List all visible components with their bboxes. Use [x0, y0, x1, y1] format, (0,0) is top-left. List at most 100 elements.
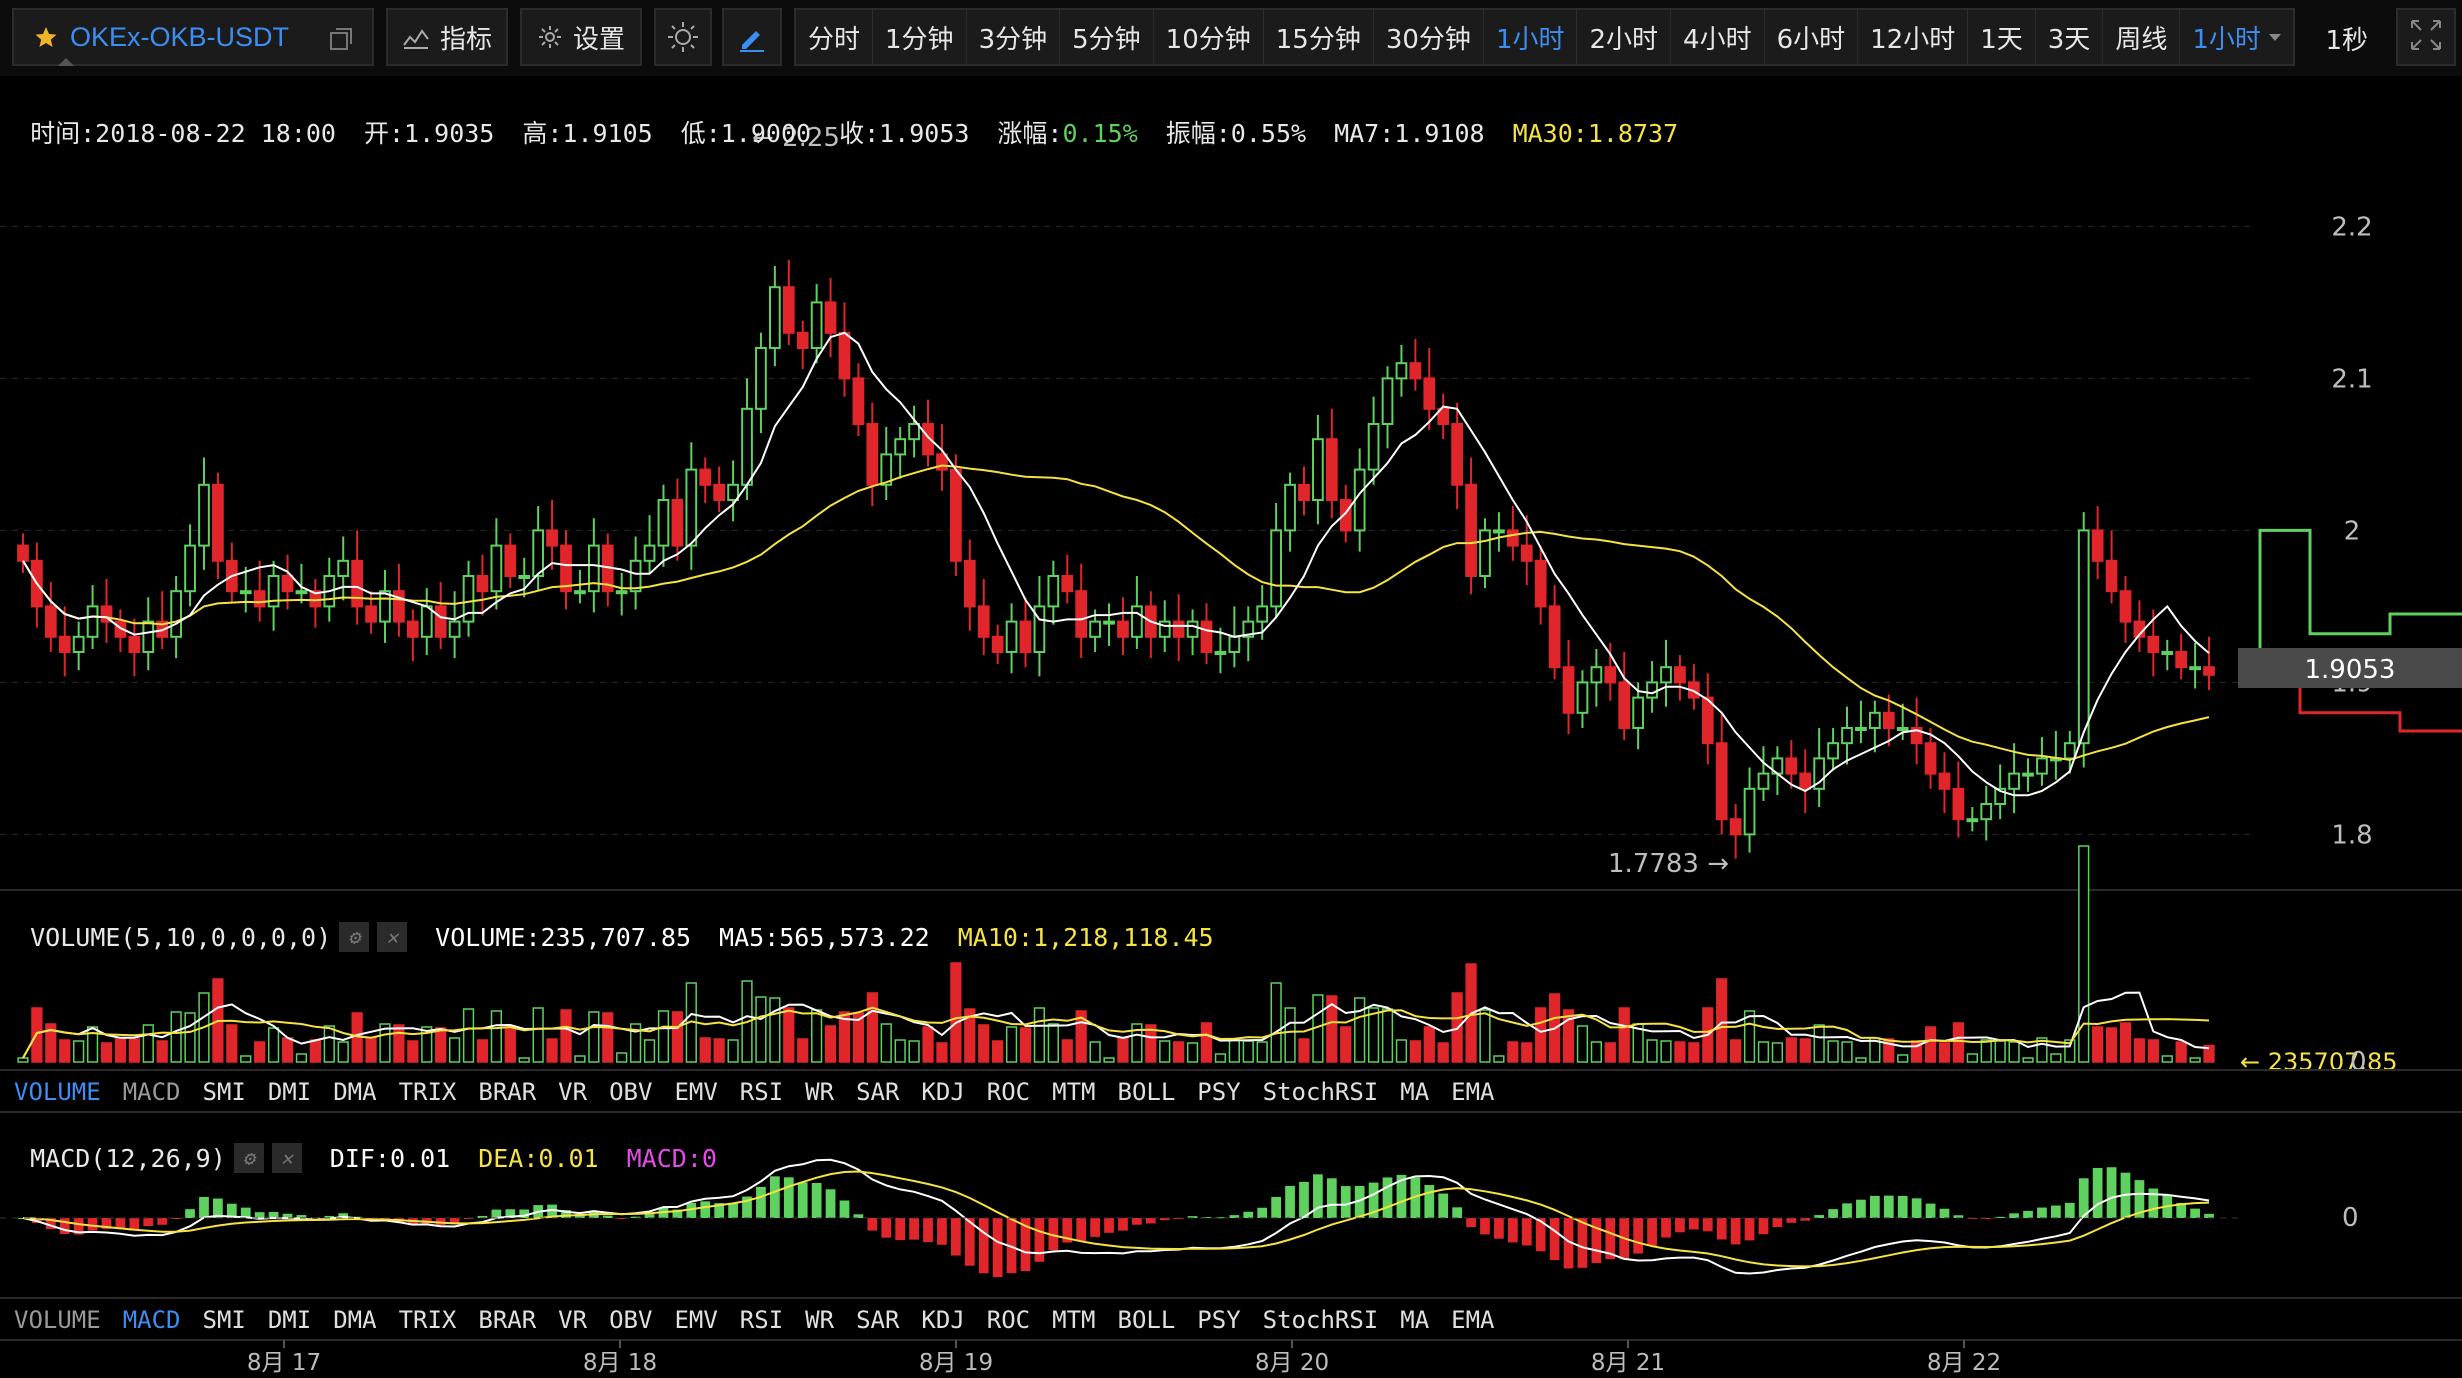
candle-body	[1952, 787, 1965, 821]
indicator-tab[interactable]: EMA	[1451, 1306, 1494, 1334]
candle-body	[1785, 757, 1798, 775]
volume-bar	[73, 1040, 85, 1063]
indicator-tab[interactable]: RSI	[740, 1078, 783, 1106]
volume-settings-gear-icon[interactable]: ⚙	[339, 922, 370, 952]
indicator-tab[interactable]: BRAR	[478, 1306, 536, 1334]
indicator-tab[interactable]: PSY	[1197, 1306, 1240, 1334]
macd-histogram-bar	[1675, 1218, 1685, 1233]
macd-histogram-bar	[1869, 1195, 1880, 1218]
volume-bar	[156, 1040, 168, 1063]
indicator-tab[interactable]: StochRSI	[1263, 1078, 1379, 1106]
macd-histogram-bar	[2148, 1188, 2159, 1218]
macd-histogram-bar	[1257, 1207, 1268, 1218]
indicator-tab[interactable]: DMI	[268, 1306, 311, 1334]
indicator-tab[interactable]: EMV	[674, 1306, 717, 1334]
indicator-tab[interactable]: SAR	[856, 1306, 899, 1334]
volume-bar	[59, 1039, 71, 1063]
indicator-tab[interactable]: WR	[805, 1078, 834, 1106]
indicator-tab[interactable]: MTM	[1052, 1078, 1095, 1106]
indicator-tab[interactable]: VR	[558, 1306, 587, 1334]
date-tick-label: 8月 17	[247, 1350, 321, 1376]
indicator-tab[interactable]: BOLL	[1118, 1306, 1176, 1334]
volume-bar	[1674, 1041, 1686, 1063]
candle-body	[2189, 666, 2201, 671]
macd-histogram-bar	[1424, 1185, 1435, 1218]
indicator-tab[interactable]: DMA	[333, 1078, 376, 1106]
candle-body	[1214, 651, 1227, 655]
indicator-tab[interactable]: MACD	[123, 1078, 181, 1106]
indicator-tab[interactable]: RSI	[740, 1306, 783, 1334]
candle-body	[2161, 651, 2174, 655]
indicator-tab[interactable]: EMV	[674, 1078, 717, 1106]
indicator-tab[interactable]: BOLL	[1118, 1078, 1176, 1106]
candle-body	[281, 575, 294, 593]
indicator-tab[interactable]: DMI	[268, 1078, 311, 1106]
macd-settings-gear-icon[interactable]: ⚙	[233, 1143, 264, 1173]
candle-body	[490, 544, 503, 593]
indicator-tab[interactable]: BRAR	[478, 1078, 536, 1106]
price-tick-label: 2.2	[2331, 212, 2372, 242]
indicator-tab[interactable]: SMI	[203, 1078, 246, 1106]
volume-info-row: VOLUME(5,10,0,0,0,0) ⚙ ✕ VOLUME:235,707.85 M…	[0, 893, 1242, 952]
indicator-tab[interactable]: MA	[1400, 1078, 1429, 1106]
macd-histogram-bar	[2051, 1205, 2061, 1218]
macd-histogram-bar	[1521, 1218, 1532, 1246]
macd-histogram-bar	[1758, 1218, 1769, 1235]
indicator-tab[interactable]: ROC	[987, 1306, 1030, 1334]
candle-body	[894, 438, 907, 456]
indicator-tab[interactable]: StochRSI	[1263, 1306, 1379, 1334]
volume-bar	[2161, 1055, 2173, 1063]
indicator-tab[interactable]: KDJ	[921, 1306, 964, 1334]
indicator-tab[interactable]: VOLUME	[14, 1306, 101, 1334]
macd-dif-value: DIF:0.01	[329, 1143, 451, 1173]
indicator-tab[interactable]: KDJ	[921, 1078, 964, 1106]
indicator-tab[interactable]: VOLUME	[14, 1078, 101, 1106]
indicator-tab[interactable]: WR	[805, 1306, 834, 1334]
volume-bar	[1785, 1037, 1797, 1063]
macd-histogram-bar	[2037, 1207, 2047, 1218]
ohlc-change-label: 涨幅:	[997, 119, 1063, 148]
price-tick-label: 2	[2344, 516, 2361, 546]
volume-bar	[992, 1040, 1004, 1063]
indicator-tab[interactable]: SMI	[203, 1306, 246, 1334]
candle-body	[963, 559, 976, 608]
macd-histogram-bar	[2092, 1167, 2103, 1218]
indicator-tab[interactable]: VR	[558, 1078, 587, 1106]
indicator-tab[interactable]: MACD	[123, 1306, 181, 1334]
macd-histogram-bar	[923, 1218, 933, 1243]
volume-close-icon[interactable]: ✕	[377, 922, 408, 952]
candle-body	[1047, 575, 1060, 608]
volume-bar	[546, 1038, 558, 1063]
candle-body	[1131, 605, 1143, 638]
volume-bar	[1576, 1025, 1589, 1063]
indicator-tab[interactable]: MTM	[1052, 1306, 1095, 1334]
ohlc-ma30: MA30:1.8737	[1512, 119, 1679, 148]
macd-histogram-bar	[1243, 1211, 1254, 1218]
indicator-tab[interactable]: TRIX	[399, 1078, 457, 1106]
price-tick-label: 2.1	[2331, 364, 2372, 394]
indicator-tab[interactable]: ROC	[987, 1078, 1030, 1106]
macd-histogram-bar	[644, 1214, 655, 1218]
candle-body	[365, 605, 377, 623]
volume-bar	[2189, 1057, 2201, 1063]
indicator-tab[interactable]: PSY	[1197, 1078, 1240, 1106]
volume-bar	[1688, 1042, 1700, 1063]
macd-histogram-bar	[1326, 1178, 1337, 1218]
indicator-tab[interactable]: TRIX	[399, 1306, 457, 1334]
indicator-tab[interactable]: SAR	[856, 1078, 899, 1106]
candle-body	[1896, 727, 1909, 731]
indicator-tab[interactable]: OBV	[609, 1306, 652, 1334]
indicator-tab[interactable]: OBV	[609, 1078, 652, 1106]
indicator-tab[interactable]: EMA	[1451, 1078, 1494, 1106]
macd-histogram-bar	[1549, 1218, 1560, 1261]
indicator-tab[interactable]: MA	[1400, 1306, 1429, 1334]
candle-body	[142, 620, 155, 653]
volume-bar	[2092, 1026, 2104, 1063]
macd-histogram-bar	[2064, 1202, 2075, 1218]
candle-body	[2147, 635, 2160, 653]
volume-bar	[1103, 1057, 1115, 1063]
indicator-tab[interactable]: DMA	[333, 1306, 376, 1334]
candle-body	[1409, 362, 1422, 380]
macd-close-icon[interactable]: ✕	[271, 1143, 302, 1173]
candle-body	[2175, 651, 2188, 669]
